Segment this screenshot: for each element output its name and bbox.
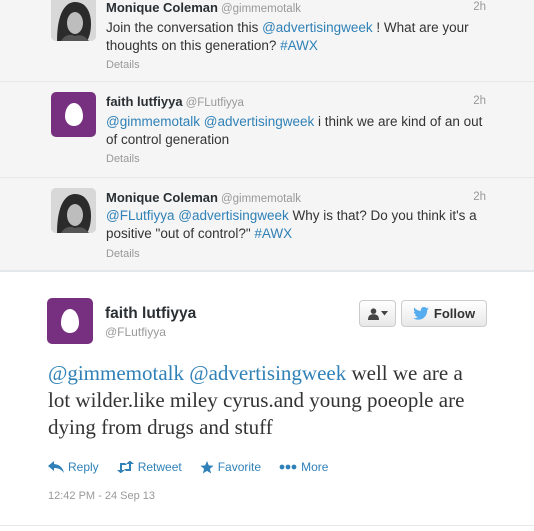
tweet-time[interactable]: 2h (473, 191, 486, 203)
tweet-item[interactable]: faith lutfiyya @FLutfiyya 2h @gimmemotalk… (0, 82, 534, 178)
avatar[interactable] (51, 0, 96, 41)
tweet-item[interactable]: Monique Coleman @gimmemotalk 2h Join the … (0, 0, 534, 82)
user-photo-icon (51, 0, 96, 41)
mention-link[interactable]: @advertisingweek (204, 114, 315, 129)
tweet-author-handle[interactable]: @gimmemotalk (221, 193, 301, 205)
tweet-actions: Reply Retweet Favorite More (48, 460, 328, 474)
tweet-timestamp[interactable]: 12:42 PM - 24 Sep 13 (48, 490, 155, 502)
expanded-tweet: faith lutfiyya @FLutfiyya Follow @gimmem… (0, 271, 534, 531)
more-button[interactable]: More (279, 460, 328, 474)
mention-link[interactable]: @advertisingweek (262, 20, 373, 35)
hashtag-link[interactable]: #AWX (254, 226, 292, 241)
retweet-icon (116, 461, 134, 473)
tweet-text: @FLutfiyya @advertisingweek Why is that?… (106, 207, 496, 243)
expanded-tweet-text: @gimmemotalk @advertisingweek well we ar… (48, 360, 488, 441)
tweet-author-handle[interactable]: @FLutfiyya (186, 97, 244, 109)
tweet-author-name[interactable]: faith lutfiyya (105, 305, 196, 323)
tweet-time[interactable]: 2h (473, 1, 486, 13)
default-egg-avatar-icon (47, 298, 93, 344)
tweet-text-part: Join the conversation this (106, 20, 263, 35)
details-link[interactable]: Details (106, 153, 140, 165)
details-link[interactable]: Details (106, 248, 140, 260)
twitter-bird-icon (413, 307, 429, 320)
reply-label: Reply (68, 460, 99, 474)
more-dots-icon (279, 464, 297, 470)
tweet-meta: Monique Coleman @gimmemotalk (106, 0, 301, 15)
follow-button[interactable]: Follow (401, 300, 487, 327)
tweet-item[interactable]: Monique Coleman @gimmemotalk 2h @FLutfiyy… (0, 178, 534, 271)
avatar[interactable] (51, 188, 96, 233)
star-icon (200, 460, 214, 473)
mention-link[interactable]: @advertisingweek (189, 361, 346, 385)
default-egg-avatar-icon (51, 92, 96, 137)
tweet-meta: Monique Coleman @gimmemotalk (106, 190, 301, 205)
mention-link[interactable]: @gimmemotalk (106, 114, 200, 129)
tweet-author-name[interactable]: Monique Coleman (106, 190, 218, 205)
user-actions-dropdown-button[interactable] (359, 300, 396, 327)
reply-button[interactable]: Reply (48, 460, 99, 474)
retweet-label: Retweet (137, 460, 182, 474)
follow-button-label: Follow (433, 306, 476, 321)
favorite-button[interactable]: Favorite (200, 460, 261, 474)
tweet-author-name[interactable]: Monique Coleman (106, 0, 218, 15)
more-label: More (301, 460, 329, 474)
details-link[interactable]: Details (106, 59, 140, 71)
avatar[interactable] (51, 92, 96, 137)
tweet-time[interactable]: 2h (473, 95, 486, 107)
mention-link[interactable]: @gimmemotalk (48, 361, 184, 385)
hashtag-link[interactable]: #AWX (280, 38, 318, 53)
user-photo-icon (51, 188, 96, 233)
retweet-button[interactable]: Retweet (116, 460, 182, 474)
user-icon (367, 307, 379, 320)
mention-link[interactable]: @advertisingweek (178, 208, 289, 223)
divider (0, 525, 534, 526)
reply-icon (48, 461, 64, 473)
tweet-text: Join the conversation this @advertisingw… (106, 19, 496, 55)
avatar[interactable] (47, 298, 93, 344)
tweet-author-handle[interactable]: @gimmemotalk (221, 3, 301, 15)
tweet-meta: faith lutfiyya @FLutfiyya (106, 94, 244, 109)
mention-link[interactable]: @FLutfiyya (106, 208, 174, 223)
chevron-down-icon (380, 311, 388, 316)
tweet-text: @gimmemotalk @advertisingweek i think we… (106, 113, 496, 149)
favorite-label: Favorite (217, 460, 262, 474)
tweet-author-handle[interactable]: @FLutfiyya (105, 325, 166, 339)
tweet-author-name[interactable]: faith lutfiyya (106, 94, 183, 109)
